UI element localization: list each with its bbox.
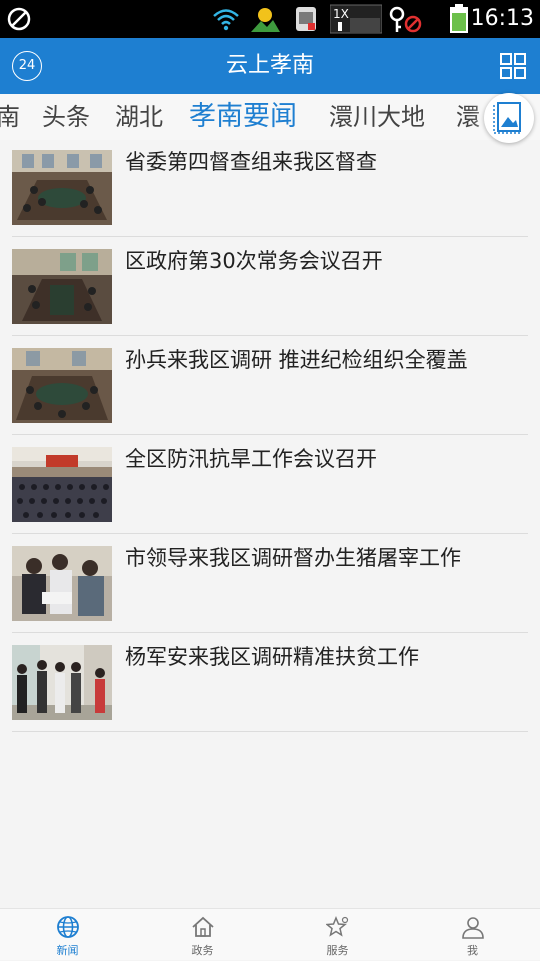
bottom-nav: 新闻 政务 服务 我 xyxy=(0,908,540,960)
user-icon xyxy=(461,915,485,939)
nav-label: 服务 xyxy=(270,942,405,958)
weather-icon xyxy=(248,4,282,34)
news-item[interactable]: 区政府第30次常务会议召开 xyxy=(12,237,528,336)
nav-label: 政务 xyxy=(135,942,270,958)
screenshot-icon xyxy=(292,4,320,34)
category-tabs: 南 头条 湖北 孝南要闻 澴川大地 澴 xyxy=(0,94,540,140)
tab-hubei[interactable]: 湖北 xyxy=(115,94,163,140)
news-title: 全区防汛抗旱工作会议召开 xyxy=(125,443,377,473)
meeting-photo xyxy=(12,249,112,324)
news-title: 省委第四督查组来我区督查 xyxy=(125,146,377,176)
news-item[interactable]: 孙兵来我区调研 推进纪检组织全覆盖 xyxy=(12,336,528,435)
status-bar: 1X 16:13 xyxy=(0,0,540,38)
grid-icon[interactable] xyxy=(500,53,526,79)
news-item[interactable]: 杨军安来我区调研精准扶贫工作 xyxy=(12,633,528,732)
app-bar: 24 云上孝南 xyxy=(0,38,540,94)
nav-news[interactable]: 新闻 xyxy=(0,909,135,961)
news-item[interactable]: 市领导来我区调研督办生猪屠宰工作 xyxy=(12,534,528,633)
sim-label: 1X xyxy=(333,7,349,21)
nav-label: 新闻 xyxy=(0,942,135,958)
inspection-photo xyxy=(12,546,112,621)
wifi-icon xyxy=(210,4,242,34)
tab-toutiao[interactable]: 头条 xyxy=(42,94,90,140)
news-title: 孙兵来我区调研 推进纪检组织全覆盖 xyxy=(125,344,468,374)
status-time: 16:13 xyxy=(471,4,534,34)
home-icon xyxy=(191,915,215,939)
meeting-photo xyxy=(12,150,112,225)
nav-service[interactable]: 服务 xyxy=(270,909,405,961)
blocked-icon xyxy=(4,4,34,34)
star-icon xyxy=(326,915,350,939)
tab-nan[interactable]: 南 xyxy=(0,94,20,140)
tab-xiaonan-news[interactable]: 孝南要闻 xyxy=(189,94,297,140)
meeting-photo xyxy=(12,348,112,423)
app-title: 云上孝南 xyxy=(0,38,540,94)
channel-edit-icon xyxy=(484,93,534,143)
nav-government[interactable]: 政务 xyxy=(135,909,270,961)
tab-huanchuan[interactable]: 澴川大地 xyxy=(329,94,425,140)
news-title: 杨军安来我区调研精准扶贫工作 xyxy=(125,641,419,671)
news-item[interactable]: 省委第四督查组来我区督查 xyxy=(12,140,528,237)
visit-photo xyxy=(12,645,112,720)
news-title: 区政府第30次常务会议召开 xyxy=(125,245,383,275)
nav-label: 我 xyxy=(405,942,540,958)
channel-edit-button[interactable] xyxy=(484,93,534,143)
signal-icon: 1X xyxy=(330,4,382,34)
news-title: 市领导来我区调研督办生猪屠宰工作 xyxy=(125,542,461,572)
nav-me[interactable]: 我 xyxy=(405,909,540,961)
news-item[interactable]: 全区防汛抗旱工作会议召开 xyxy=(12,435,528,534)
conference-hall-photo xyxy=(12,447,112,522)
key-icon xyxy=(388,4,424,34)
battery-icon xyxy=(446,4,472,34)
globe-icon xyxy=(56,915,80,939)
